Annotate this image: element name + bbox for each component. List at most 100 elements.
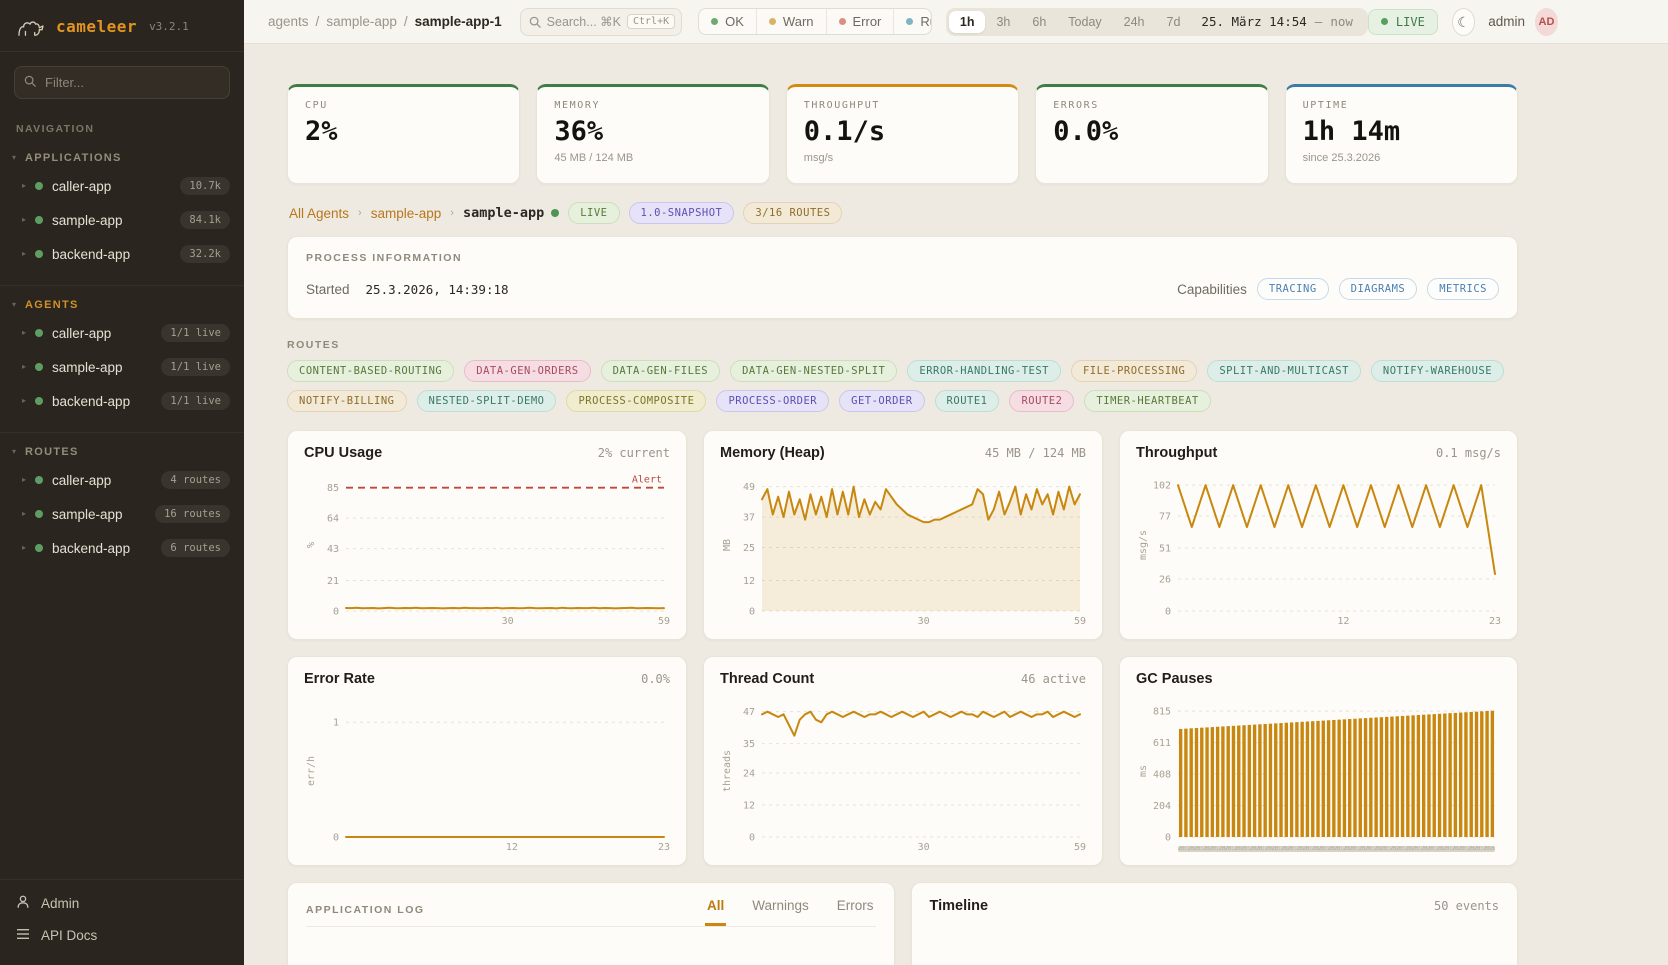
nav-group-header-agents[interactable]: ▾AGENTS (0, 290, 244, 316)
sidebar-item-sample-app[interactable]: ▸sample-app16 routes (0, 497, 244, 531)
live-badge[interactable]: LIVE (1368, 9, 1438, 35)
sidebar-item-sample-app[interactable]: ▸sample-app1/1 live (0, 350, 244, 384)
range-3h[interactable]: 3h (985, 11, 1021, 33)
log-tabs: All Warnings Errors (705, 898, 876, 926)
svg-text:23: 23 (1489, 616, 1501, 627)
status-dot-icon (35, 476, 43, 484)
sidebar-item-sample-app[interactable]: ▸sample-app84.1k (0, 203, 244, 237)
range-24h[interactable]: 24h (1113, 11, 1156, 33)
footer-link-api-docs[interactable]: API Docs (16, 928, 228, 943)
filter-input[interactable] (14, 66, 230, 99)
metric-label: ERRORS (1053, 100, 1250, 111)
route-chip-notify-warehouse[interactable]: NOTIFY-WAREHOUSE (1371, 360, 1504, 382)
route-chip-file-processing[interactable]: FILE-PROCESSING (1071, 360, 1197, 382)
range-7d[interactable]: 7d (1156, 11, 1192, 33)
svg-text:815: 815 (1153, 707, 1171, 718)
time-value: 25. März 14:54 (1201, 14, 1306, 29)
route-chip-data-gen-files[interactable]: DATA-GEN-FILES (601, 360, 721, 382)
sidebar-item-backend-app[interactable]: ▸backend-app6 routes (0, 531, 244, 565)
status-dot-icon (551, 209, 559, 217)
status-filter-running[interactable]: Running (893, 9, 932, 34)
svg-text:0: 0 (333, 833, 339, 844)
chart-title: Throughput (1136, 445, 1217, 461)
nav-group-header-routes[interactable]: ▾ROUTES (0, 437, 244, 463)
chart-card-gc: GC Pauses0204408611815ms20:2020:2020:202… (1119, 656, 1518, 866)
route-chip-data-gen-orders[interactable]: DATA-GEN-ORDERS (464, 360, 590, 382)
sidebar-item-label: backend-app (52, 394, 152, 409)
started-value: 25.3.2026, 14:39:18 (366, 282, 509, 297)
capabilities-label: Capabilities (1177, 282, 1247, 297)
user-name: admin (1488, 14, 1525, 29)
route-chip-content-based-routing[interactable]: CONTENT-BASED-ROUTING (287, 360, 454, 382)
metric-value: 36% (554, 116, 751, 147)
svg-text:25: 25 (743, 543, 755, 554)
chevron-right-icon: ▸ (22, 182, 26, 190)
breadcrumb-separator: › (358, 207, 362, 219)
sidebar-item-badge: 1/1 live (161, 358, 230, 376)
range-1h[interactable]: 1h (949, 11, 986, 33)
footer-link-admin[interactable]: Admin (16, 894, 228, 912)
chart-card-throughput: Throughput0.1 msg/s02651771021223msg/s (1119, 430, 1518, 640)
log-tab-all[interactable]: All (705, 898, 726, 926)
svg-text:12: 12 (1337, 616, 1349, 627)
search-input[interactable]: Search... ⌘K Ctrl+K (520, 8, 682, 36)
status-filter-label: Error (853, 14, 882, 29)
status-dot-icon (35, 329, 43, 337)
route-chip-split-and-multicast[interactable]: SPLIT-AND-MULTICAST (1207, 360, 1361, 382)
chevron-down-icon: ▾ (12, 301, 16, 309)
chevron-right-icon: ▸ (22, 397, 26, 405)
charts-grid: CPU Usage2% current021436485Alert3059%Me… (287, 430, 1518, 866)
route-chip-process-composite[interactable]: PROCESS-COMPOSITE (566, 390, 706, 412)
range-6h[interactable]: 6h (1021, 11, 1057, 33)
timeline-event-count: 50 events (1434, 899, 1499, 913)
capability-pill-diagrams: DIAGRAMS (1339, 278, 1418, 300)
route-chip-route1[interactable]: ROUTE1 (935, 390, 1000, 412)
route-chip-error-handling-test[interactable]: ERROR-HANDLING-TEST (907, 360, 1061, 382)
sidebar-item-caller-app[interactable]: ▸caller-app1/1 live (0, 316, 244, 350)
sidebar-item-backend-app[interactable]: ▸backend-app1/1 live (0, 384, 244, 418)
agent-current: sample-app (463, 205, 544, 221)
camel-logo-icon (16, 14, 46, 38)
sidebar-item-caller-app[interactable]: ▸caller-app4 routes (0, 463, 244, 497)
chevron-right-icon: ▸ (22, 544, 26, 552)
route-chip-get-order[interactable]: GET-ORDER (839, 390, 924, 412)
breadcrumb-separator: › (450, 207, 454, 219)
svg-text:12: 12 (743, 801, 755, 812)
route-chip-route2[interactable]: ROUTE2 (1009, 390, 1074, 412)
log-tab-errors[interactable]: Errors (835, 898, 876, 926)
routes-title: ROUTES (287, 339, 1518, 351)
theme-toggle-button[interactable]: ☾ (1452, 8, 1475, 36)
timeline-title: Timeline (930, 898, 989, 914)
status-dot-icon (839, 18, 846, 25)
route-chip-timer-heartbeat[interactable]: TIMER-HEARTBEAT (1084, 390, 1210, 412)
sidebar-item-badge: 16 routes (155, 505, 230, 523)
time-now-label: now (1330, 14, 1353, 29)
svg-text:59: 59 (658, 616, 670, 627)
svg-text:21: 21 (327, 576, 339, 587)
route-chip-notify-billing[interactable]: NOTIFY-BILLING (287, 390, 407, 412)
breadcrumb-item[interactable]: agents (268, 14, 309, 29)
agent-breadcrumb-link[interactable]: sample-app (371, 206, 442, 221)
sidebar-item-label: backend-app (52, 247, 171, 262)
status-filter-label: Warn (783, 14, 814, 29)
agent-breadcrumb-link[interactable]: All Agents (289, 206, 349, 221)
status-dot-icon (35, 182, 43, 190)
status-filter-warn[interactable]: Warn (756, 9, 826, 34)
status-filter-error[interactable]: Error (826, 9, 894, 34)
sidebar-item-backend-app[interactable]: ▸backend-app32.2k (0, 237, 244, 271)
route-chip-process-order[interactable]: PROCESS-ORDER (716, 390, 829, 412)
sidebar-item-caller-app[interactable]: ▸caller-app10.7k (0, 169, 244, 203)
route-chip-data-gen-nested-split[interactable]: DATA-GEN-NESTED-SPLIT (730, 360, 897, 382)
topbar: agents/sample-app/sample-app-1 Search...… (244, 0, 1668, 44)
nav-group-header-applications[interactable]: ▾APPLICATIONS (0, 143, 244, 169)
breadcrumb-item[interactable]: sample-app (326, 14, 397, 29)
log-tab-warnings[interactable]: Warnings (750, 898, 811, 926)
status-filter-group: OK Warn Error Running (698, 8, 932, 35)
avatar[interactable]: AD (1535, 8, 1558, 36)
breadcrumb-separator: / (404, 14, 408, 29)
range-today[interactable]: Today (1057, 11, 1112, 33)
route-chip-nested-split-demo[interactable]: NESTED-SPLIT-DEMO (417, 390, 557, 412)
chart-card-threads: Thread Count46 active0122435473059thread… (703, 656, 1103, 866)
status-filter-ok[interactable]: OK (699, 9, 756, 34)
time-separator: — (1315, 14, 1323, 29)
